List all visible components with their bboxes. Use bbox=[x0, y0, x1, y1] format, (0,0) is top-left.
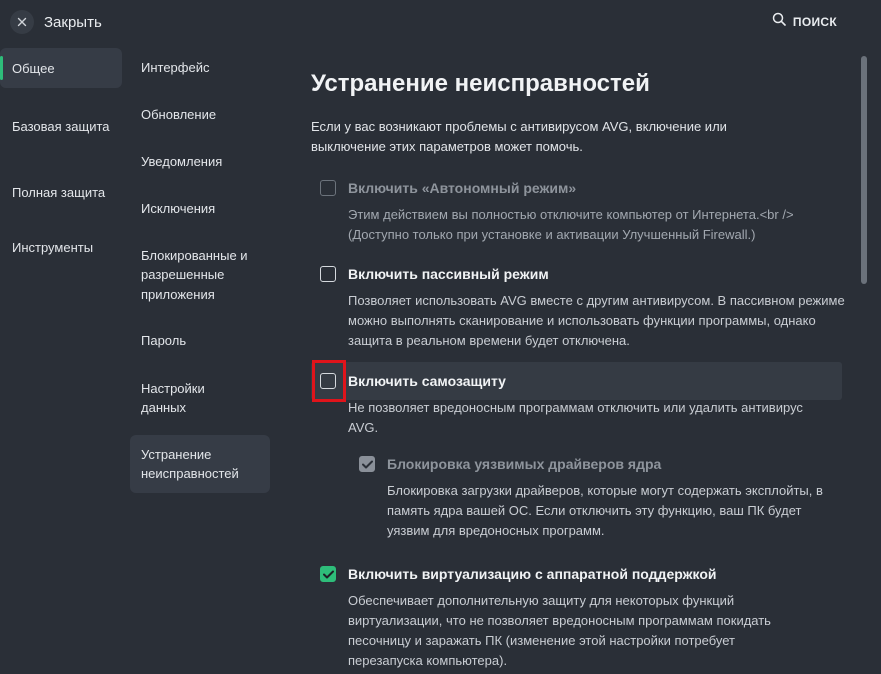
nav-blocked-allowed-apps[interactable]: Блокированные и разрешенные приложения bbox=[130, 245, 264, 305]
nav-data-settings-label: Настройки данных bbox=[141, 380, 205, 416]
nav-data-settings[interactable]: Настройки данных bbox=[130, 378, 230, 418]
nav-password[interactable]: Пароль bbox=[130, 331, 270, 351]
nav-basic-protection-label: Базовая защита bbox=[12, 118, 110, 134]
nav-interface[interactable]: Интерфейс bbox=[130, 58, 270, 78]
offline-mode-label: Включить «Автономный режим» bbox=[348, 180, 577, 196]
nav-troubleshooting[interactable]: Устранение неисправностей bbox=[130, 435, 270, 493]
checkmark-icon bbox=[361, 460, 373, 468]
intro-text: Если у вас возникают проблемы с антивиру… bbox=[311, 119, 727, 154]
self-protection-description: Не позволяет вредоносным программам откл… bbox=[348, 400, 803, 435]
page-title: Устранение неисправностей bbox=[311, 70, 650, 97]
nav-full-protection-label: Полная защита bbox=[12, 184, 106, 200]
nav-exclusions-label: Исключения bbox=[141, 201, 216, 217]
kernel-driver-block-description: Блокировка загрузки драйверов, которые м… bbox=[387, 483, 823, 538]
nav-interface-label: Интерфейс bbox=[141, 60, 210, 76]
nav-exclusions[interactable]: Исключения bbox=[130, 199, 270, 219]
nav-update-label: Обновление bbox=[141, 107, 217, 123]
passive-mode-label: Включить пассивный режим bbox=[348, 266, 549, 282]
nav-tools-label: Инструменты bbox=[12, 239, 94, 255]
offline-mode-checkbox[interactable] bbox=[320, 180, 336, 196]
self-protection-label: Включить самозащиту bbox=[348, 373, 506, 389]
offline-mode-description: Этим действием вы полностью отключите ко… bbox=[348, 207, 794, 242]
hw-virtualization-description: Обеспечивает дополнительную защиту для н… bbox=[348, 593, 771, 668]
nav-notifications[interactable]: Уведомления bbox=[130, 152, 270, 172]
nav-general-label: Общее bbox=[12, 60, 55, 76]
nav-notifications-label: Уведомления bbox=[141, 154, 223, 170]
nav-troubleshooting-label: Устранение неисправностей bbox=[141, 446, 239, 482]
passive-mode-description: Позволяет использовать AVG вместе с друг… bbox=[348, 293, 845, 348]
scrollbar[interactable] bbox=[861, 56, 869, 668]
close-label: Закрыть bbox=[44, 13, 102, 31]
nav-password-label: Пароль bbox=[141, 333, 187, 349]
close-icon bbox=[10, 10, 34, 34]
search-icon bbox=[772, 12, 786, 31]
option-kernel-driver-block[interactable]: Блокировка уязвимых драйверов ядра bbox=[359, 449, 661, 479]
nav-general[interactable]: Общее bbox=[0, 48, 122, 88]
option-self-protection[interactable]: Включить самозащиту bbox=[320, 366, 506, 396]
close-button[interactable]: Закрыть bbox=[10, 10, 102, 34]
passive-mode-checkbox[interactable] bbox=[320, 266, 336, 282]
option-offline-mode[interactable]: Включить «Автономный режим» bbox=[320, 173, 576, 203]
option-hw-virtualization[interactable]: Включить виртуализацию с аппаратной подд… bbox=[320, 559, 717, 589]
option-passive-mode[interactable]: Включить пассивный режим bbox=[320, 259, 549, 289]
nav-basic-protection[interactable]: Базовая защита bbox=[0, 106, 122, 146]
nav-tools[interactable]: Инструменты bbox=[0, 237, 122, 257]
annotation-highlight bbox=[312, 360, 346, 402]
nav-update[interactable]: Обновление bbox=[130, 105, 270, 125]
kernel-driver-block-label: Блокировка уязвимых драйверов ядра bbox=[387, 456, 662, 472]
nav-blocked-allowed-apps-label: Блокированные и разрешенные приложения bbox=[141, 247, 248, 302]
top-bar: Закрыть ПОИСК bbox=[0, 0, 881, 44]
nav-full-protection[interactable]: Полная защита bbox=[0, 172, 122, 212]
search-button[interactable]: ПОИСК bbox=[772, 12, 837, 31]
hw-virtualization-checkbox[interactable] bbox=[320, 566, 336, 582]
search-label: ПОИСК bbox=[792, 14, 837, 29]
hw-virtualization-label: Включить виртуализацию с аппаратной подд… bbox=[348, 566, 717, 582]
scrollbar-thumb[interactable] bbox=[861, 56, 867, 284]
checkmark-icon bbox=[322, 570, 334, 578]
kernel-driver-block-checkbox[interactable] bbox=[359, 456, 375, 472]
